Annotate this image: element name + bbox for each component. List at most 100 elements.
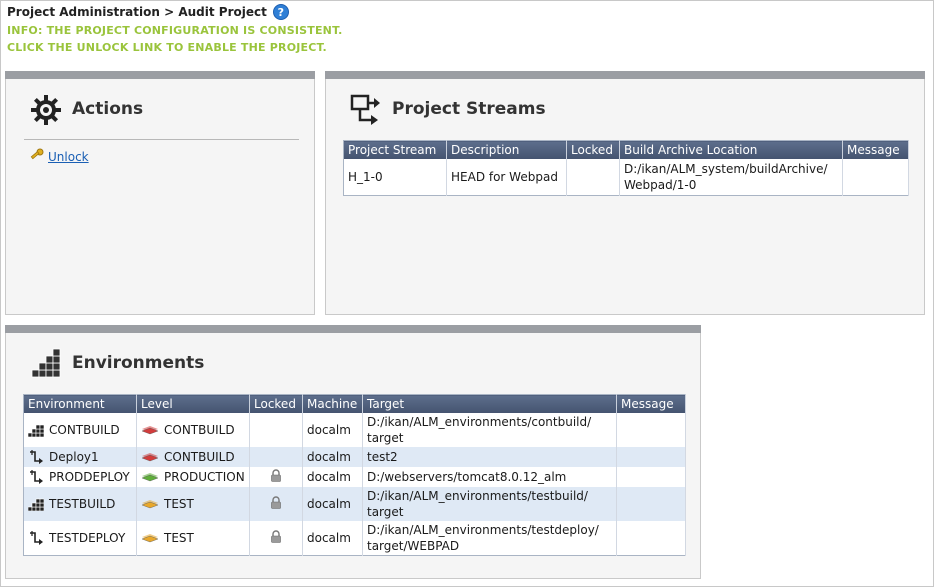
target-line-1: D:/ikan/ALM_environments/testbuild/: [367, 489, 588, 503]
level-cell: PRODUCTION: [136, 467, 250, 487]
machine-cell: docalm: [302, 447, 363, 467]
target-line-1: D:/webservers/tomcat8.0.12_alm: [367, 470, 567, 484]
breadcrumb: Project Administration > Audit Project ?: [7, 4, 289, 20]
environment-cell[interactable]: Deploy1: [23, 447, 137, 467]
level-cell: TEST: [136, 521, 250, 556]
table-row[interactable]: TESTDEPLOY TEST docalm D:/ikan/ALM_environm…: [23, 521, 686, 556]
column-header-locked[interactable]: Locked: [566, 140, 620, 159]
level-name: TEST: [164, 497, 194, 511]
environment-name[interactable]: PRODDEPLOY: [49, 469, 130, 485]
locked-cell: [249, 467, 303, 487]
target-line-1: D:/ikan/ALM_environments/testdeploy/: [367, 523, 599, 537]
environments-title-text: Environments: [72, 353, 205, 373]
lock-icon: [270, 529, 282, 543]
machine-cell: docalm: [302, 413, 363, 447]
column-header-machine[interactable]: Machine: [302, 394, 363, 413]
stream-message: [842, 159, 909, 195]
environment-name[interactable]: TESTDEPLOY: [49, 530, 125, 546]
locked-cell: [249, 487, 303, 521]
column-header-message[interactable]: Message: [616, 394, 686, 413]
environments-title: Environments: [30, 348, 204, 378]
table-row[interactable]: TESTBUILD TEST docalm D:/ikan/ALM_environme…: [23, 487, 686, 521]
level-name: PRODUCTION: [164, 470, 245, 484]
actions-title-text: Actions: [72, 99, 144, 119]
deploy-environment-icon: [28, 449, 44, 465]
key-icon: [30, 148, 44, 165]
gear-icon: [30, 94, 61, 125]
column-header-message[interactable]: Message: [842, 140, 909, 159]
target-line-2: target: [367, 431, 404, 445]
project-streams-panel: Project Streams Project Stream Descripti…: [325, 71, 925, 315]
environment-cell[interactable]: CONTBUILD: [23, 413, 137, 447]
column-header-target[interactable]: Target: [362, 394, 617, 413]
column-header-project-stream[interactable]: Project Stream: [343, 140, 447, 159]
info-message-2: CLICK THE UNLOCK LINK TO ENABLE THE PROJ…: [7, 41, 327, 54]
environment-name[interactable]: CONTBUILD: [49, 422, 120, 438]
help-icon[interactable]: ?: [272, 4, 289, 20]
target-cell: D:/webservers/tomcat8.0.12_alm: [362, 467, 617, 487]
target-cell: D:/ikan/ALM_environments/testdeploy/targ…: [362, 521, 617, 556]
project-streams-title: Project Streams: [350, 94, 546, 125]
target-line-1: test2: [367, 450, 398, 464]
target-cell: D:/ikan/ALM_environments/contbuild/targe…: [362, 413, 617, 447]
unlock-link[interactable]: Unlock: [30, 148, 89, 165]
message-cell: [616, 521, 686, 556]
environments-icon: [30, 348, 61, 378]
level-name: CONTBUILD: [164, 423, 235, 437]
machine-cell: docalm: [302, 487, 363, 521]
panel-header-bar: [325, 71, 925, 79]
locked-cell: [249, 447, 303, 467]
level-name: CONTBUILD: [164, 450, 235, 464]
target-cell: D:/ikan/ALM_environments/testbuild/targe…: [362, 487, 617, 521]
table-row[interactable]: H_1-0 HEAD for Webpad D:/ikan/ALM_system…: [343, 159, 909, 195]
stream-name[interactable]: H_1-0: [343, 159, 447, 195]
location-line-2: Webpad/1-0: [624, 177, 697, 192]
table-row[interactable]: Deploy1 CONTBUILD docalm test2: [23, 447, 686, 467]
message-cell: [616, 467, 686, 487]
message-cell: [616, 413, 686, 447]
stream-build-archive-location: D:/ikan/ALM_system/buildArchive/ Webpad/…: [619, 159, 843, 195]
target-cell: test2: [362, 447, 617, 467]
level-cell: CONTBUILD: [136, 447, 250, 467]
actions-title: Actions: [30, 94, 144, 125]
breadcrumb-text: Project Administration > Audit Project: [7, 5, 267, 19]
machine-cell: docalm: [302, 521, 363, 556]
deploy-environment-icon: [28, 530, 44, 546]
target-line-2: target/WEBPAD: [367, 539, 460, 553]
level-cell: TEST: [136, 487, 250, 521]
message-cell: [616, 487, 686, 521]
unlock-label[interactable]: Unlock: [48, 150, 89, 164]
level-icon: [141, 424, 159, 436]
level-cell: CONTBUILD: [136, 413, 250, 447]
table-row[interactable]: CONTBUILD CONTBUILD docalm D:/ikan/ALM_envi…: [23, 413, 686, 447]
environment-cell[interactable]: PRODDEPLOY: [23, 467, 137, 487]
environments-panel: Environments Environment Level Locked Ma…: [5, 325, 701, 579]
stream-locked: [566, 159, 620, 195]
build-environment-icon: [28, 497, 44, 511]
column-header-level[interactable]: Level: [136, 394, 250, 413]
environment-cell[interactable]: TESTDEPLOY: [23, 521, 137, 556]
table-header-row: Project Stream Description Locked Build …: [343, 140, 909, 159]
level-icon: [141, 471, 159, 483]
panel-header-bar: [5, 325, 701, 333]
machine-cell: docalm: [302, 467, 363, 487]
column-header-environment[interactable]: Environment: [23, 394, 137, 413]
environment-cell[interactable]: TESTBUILD: [23, 487, 137, 521]
stream-description: HEAD for Webpad: [446, 159, 567, 195]
table-row[interactable]: PRODDEPLOY PRODUCTION docalm D:/webservers/…: [23, 467, 686, 487]
column-header-build-archive-location[interactable]: Build Archive Location: [619, 140, 843, 159]
target-line-2: target: [367, 505, 404, 519]
build-environment-icon: [28, 423, 44, 437]
actions-divider: [24, 139, 299, 140]
lock-icon: [270, 495, 282, 509]
locked-cell: [249, 521, 303, 556]
environment-name[interactable]: Deploy1: [49, 449, 99, 465]
location-line-1: D:/ikan/ALM_system/buildArchive/: [624, 161, 828, 176]
column-header-locked[interactable]: Locked: [249, 394, 303, 413]
environment-name[interactable]: TESTBUILD: [49, 496, 115, 512]
column-header-description[interactable]: Description: [446, 140, 567, 159]
table-header-row: Environment Level Locked Machine Target …: [23, 394, 686, 413]
message-cell: [616, 447, 686, 467]
streams-icon: [350, 94, 380, 125]
locked-cell: [249, 413, 303, 447]
